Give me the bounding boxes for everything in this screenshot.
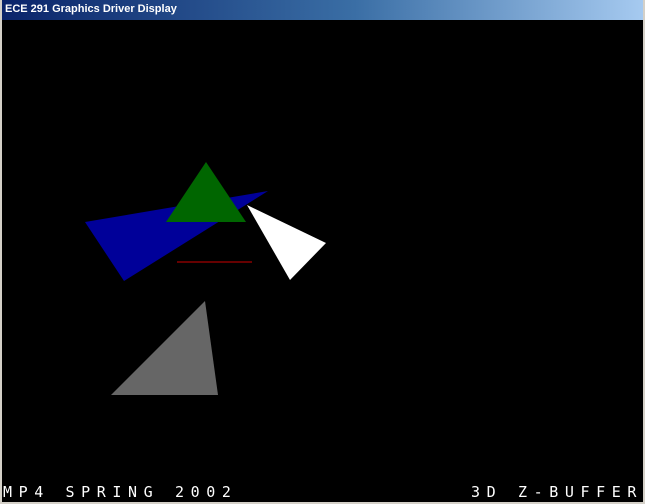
render-scene [85, 162, 326, 395]
title-bar[interactable]: ECE 291 Graphics Driver Display [2, 0, 643, 20]
window-title: ECE 291 Graphics Driver Display [5, 3, 177, 15]
status-right-label: 3D Z-BUFFER [471, 483, 643, 501]
green-triangle [166, 162, 246, 222]
gray-triangle [111, 301, 218, 395]
status-left-label: MP4 SPRING 2002 [3, 483, 238, 501]
graphics-display: MP4 SPRING 2002 3D Z-BUFFER [2, 20, 643, 502]
blue-triangle [85, 191, 268, 281]
app-window: ECE 291 Graphics Driver Display MP4 SPRI… [0, 0, 645, 504]
white-triangle [247, 205, 326, 280]
